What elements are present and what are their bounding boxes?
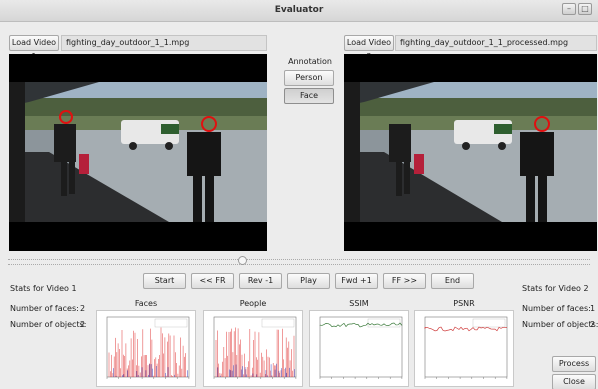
- stats-1-faces-value: 2: [80, 304, 86, 313]
- video-2-filename: fighting_day_outdoor_1_1_processed.mpg: [395, 35, 597, 51]
- people-chart-title: People: [239, 299, 267, 308]
- load-video-2-button[interactable]: Load Video 2: [344, 35, 394, 61]
- stats-2-faces-value: 1: [590, 304, 596, 313]
- stats-1-objects-value: 2: [80, 320, 86, 329]
- reverse-step-button[interactable]: Rev -1: [239, 273, 282, 289]
- process-button[interactable]: Process: [552, 356, 596, 372]
- end-button[interactable]: End: [431, 273, 474, 289]
- faces-chart: [96, 310, 196, 387]
- video-1-player[interactable]: [9, 54, 267, 251]
- stats-video-2-title: Stats for Video 2: [522, 284, 589, 293]
- forward-step-button[interactable]: Fwd +1: [335, 273, 378, 289]
- rewind-button[interactable]: << FR: [191, 273, 234, 289]
- people-chart: [203, 310, 303, 387]
- person-annotation-button[interactable]: Person: [284, 70, 334, 86]
- stats-1-objects-label: Number of objects:: [10, 320, 87, 329]
- stats-2-faces-label: Number of faces:: [522, 304, 591, 313]
- maximize-button[interactable]: □: [578, 3, 592, 15]
- psnr-chart-plot: [424, 316, 508, 379]
- start-button[interactable]: Start: [143, 273, 186, 289]
- load-video-1-button[interactable]: Load Video 1: [9, 35, 59, 61]
- face-annotation-button[interactable]: Face: [284, 88, 334, 104]
- stats-2-objects-value: 2: [590, 320, 596, 329]
- ssim-chart-plot: [319, 316, 403, 379]
- stats-2-objects-label: Number of objects:: [522, 320, 598, 329]
- timeline-slider[interactable]: [8, 259, 590, 265]
- faces-chart-plot: [106, 316, 190, 379]
- timeline-slider-handle[interactable]: [238, 256, 247, 265]
- window-controls: – □: [562, 3, 592, 15]
- window-title: Evaluator: [274, 5, 324, 15]
- psnr-chart-title: PSNR: [453, 299, 475, 308]
- video-1-filename: fighting_day_outdoor_1_1.mpg: [61, 35, 267, 51]
- stats-1-faces-label: Number of faces:: [10, 304, 79, 313]
- video-2-frame: [344, 54, 597, 251]
- people-chart-plot: [213, 316, 297, 379]
- title-bar: Evaluator – □: [0, 0, 598, 22]
- stats-video-1-title: Stats for Video 1: [10, 284, 77, 293]
- psnr-chart: [414, 310, 514, 387]
- ssim-chart-title: SSIM: [349, 299, 369, 308]
- annotation-label: Annotation: [288, 57, 332, 66]
- fast-forward-button[interactable]: FF >>: [383, 273, 426, 289]
- ssim-chart: [309, 310, 409, 387]
- video-2-player[interactable]: [344, 54, 597, 251]
- play-button[interactable]: Play: [287, 273, 330, 289]
- close-button[interactable]: Close: [552, 374, 596, 389]
- faces-chart-title: Faces: [134, 299, 158, 308]
- video-1-frame: [9, 54, 267, 251]
- minimize-button[interactable]: –: [562, 3, 576, 15]
